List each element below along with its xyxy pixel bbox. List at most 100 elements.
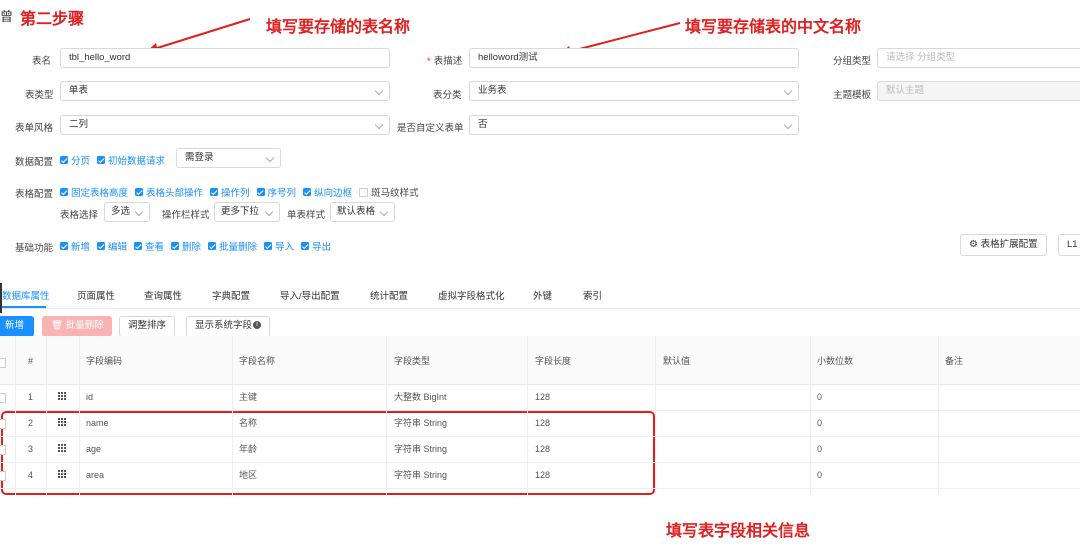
op-column-label: 操作列 [221, 188, 250, 199]
func-edit-checkbox[interactable]: 编辑 [97, 239, 127, 253]
field-type[interactable]: 字符串 String [394, 436, 447, 462]
table-select-select[interactable]: 多选 [104, 202, 150, 222]
field-type[interactable]: 字符串 String [394, 410, 447, 436]
single-table-style-select[interactable]: 默认表格 [330, 202, 395, 222]
table-category-value: 业务表 [478, 85, 507, 96]
func-view-checkbox[interactable]: 查看 [134, 239, 164, 253]
func-add-checkbox[interactable]: 新增 [60, 239, 90, 253]
row-checkbox[interactable] [0, 471, 6, 481]
header-ops-checkbox[interactable]: 表格头部操作 [135, 185, 203, 199]
field-length[interactable]: 128 [535, 462, 550, 488]
show-system-fields-button[interactable]: 显示系统字段 i [186, 316, 271, 337]
tab-foreign-key[interactable]: 外键 [533, 288, 552, 302]
field-decimal[interactable]: 0 [817, 436, 822, 462]
group-type-select[interactable]: 请选择 分组类型 [877, 48, 1080, 68]
field-decimal[interactable]: 0 [817, 384, 822, 410]
field-type[interactable]: 字符串 String [394, 462, 447, 488]
col-header-index: # [28, 356, 34, 366]
extra-button-label: L1 [1067, 239, 1078, 250]
index-column-checkbox[interactable]: 序号列 [256, 185, 296, 199]
field-code[interactable]: name [86, 410, 109, 436]
col-header-type: 字段类型 [394, 356, 431, 366]
row-checkbox[interactable] [0, 393, 6, 403]
op-column-checkbox[interactable]: 操作列 [210, 185, 250, 199]
drag-handle-icon[interactable] [58, 470, 66, 478]
field-name[interactable]: 主键 [239, 384, 257, 410]
field-name[interactable]: 年龄 [239, 436, 257, 462]
func-batch-delete-checkbox[interactable]: 批量删除 [208, 239, 257, 253]
chevron-down-icon [134, 207, 144, 217]
field-decimal[interactable]: 0 [817, 410, 822, 436]
field-length[interactable]: 128 [535, 410, 550, 436]
func-import-checkbox[interactable]: 导入 [264, 239, 294, 253]
table-desc-value: helloword测试 [478, 52, 538, 63]
row-checkbox[interactable] [0, 445, 6, 455]
custom-form-select[interactable]: 否 [469, 115, 799, 135]
field-length[interactable]: 128 [535, 384, 550, 410]
theme-template-label: 主题模板 [833, 90, 872, 101]
field-name[interactable]: 地区 [239, 462, 257, 488]
zebra-checkbox[interactable]: 斑马纹样式 [359, 185, 419, 199]
table-select-label: 表格选择 [60, 210, 99, 221]
func-export-checkbox[interactable]: 导出 [301, 239, 331, 253]
batch-delete-label: 批量删除 [65, 320, 104, 331]
checkbox-checked-icon [171, 242, 180, 250]
op-bar-style-select[interactable]: 更多下拉 [214, 202, 280, 222]
fixed-height-checkbox[interactable]: 固定表格高度 [60, 185, 128, 199]
tab-db-props[interactable]: 数据库属性 [2, 288, 50, 302]
batch-delete-button[interactable]: 🗑 批量删除 [42, 316, 112, 337]
form-style-select[interactable]: 二列 [60, 115, 390, 135]
zebra-label: 斑马纹样式 [371, 188, 419, 199]
vertical-border-checkbox[interactable]: 纵向边框 [303, 185, 352, 199]
table-select-value: 多选 [111, 206, 131, 217]
row-index: 1 [28, 392, 34, 402]
table-row: 1 id 主键 大整数 BigInt 128 0 [0, 384, 1080, 411]
field-length[interactable]: 128 [535, 436, 550, 462]
gear-icon: ⚙ [969, 239, 978, 250]
data-config-options: 分页 初始数据请求 [60, 153, 172, 167]
field-name[interactable]: 名称 [239, 410, 257, 436]
field-type[interactable]: 大整数 BigInt [394, 384, 447, 410]
table-ext-config-button[interactable]: ⚙ 表格扩展配置 [960, 234, 1047, 256]
col-header-name: 字段名称 [239, 356, 276, 366]
add-button[interactable]: 新增 [0, 316, 35, 337]
func-delete-checkbox[interactable]: 删除 [171, 239, 201, 253]
drag-handle-icon[interactable] [58, 418, 66, 426]
table-name-label: 表名 [32, 56, 52, 67]
table-category-select[interactable]: 业务表 [469, 81, 799, 101]
tab-query-props[interactable]: 查询属性 [144, 288, 182, 302]
table-desc-input[interactable]: helloword测试 [469, 48, 799, 68]
field-code[interactable]: area [86, 462, 104, 488]
drag-handle-icon[interactable] [58, 444, 66, 452]
row-index: 4 [28, 470, 34, 480]
paging-checkbox[interactable]: 分页 [60, 153, 90, 167]
checkbox-checked-icon [264, 242, 273, 250]
form-style-value: 二列 [69, 119, 89, 130]
tab-page-props[interactable]: 页面属性 [77, 288, 115, 302]
op-bar-style-value: 更多下拉 [221, 206, 260, 217]
info-icon: i [253, 321, 262, 330]
func-import-label: 导入 [275, 242, 295, 253]
row-checkbox[interactable] [0, 419, 6, 429]
table-name-input[interactable]: tbl_hello_word [60, 48, 390, 68]
drag-handle-icon[interactable] [58, 392, 66, 400]
checkbox-checked-icon [303, 188, 312, 196]
col-header-length: 字段长度 [535, 356, 572, 366]
extra-button[interactable]: L1 [1058, 234, 1080, 256]
header-select-all-checkbox[interactable] [0, 358, 6, 368]
sort-button[interactable]: 调整排序 [119, 316, 176, 337]
tab-dict-config[interactable]: 字典配置 [212, 288, 250, 302]
tab-index[interactable]: 索引 [583, 288, 602, 302]
init-request-checkbox[interactable]: 初始数据请求 [97, 153, 165, 167]
field-code[interactable]: id [86, 384, 93, 410]
checkbox-checked-icon [256, 188, 265, 196]
tab-stat-config[interactable]: 统计配置 [370, 288, 408, 302]
tab-import-export[interactable]: 导入/导出配置 [280, 288, 340, 302]
base-functions-options: 新增 编辑 查看 删除 批量删除 导入 导出 [60, 239, 338, 253]
field-decimal[interactable]: 0 [817, 462, 822, 488]
tab-virtual-field[interactable]: 虚拟字段格式化 [438, 288, 505, 302]
sort-label: 调整排序 [128, 320, 167, 331]
field-code[interactable]: age [86, 436, 101, 462]
table-type-select[interactable]: 单表 [60, 81, 390, 101]
login-required-select[interactable]: 需登录 [176, 148, 281, 168]
